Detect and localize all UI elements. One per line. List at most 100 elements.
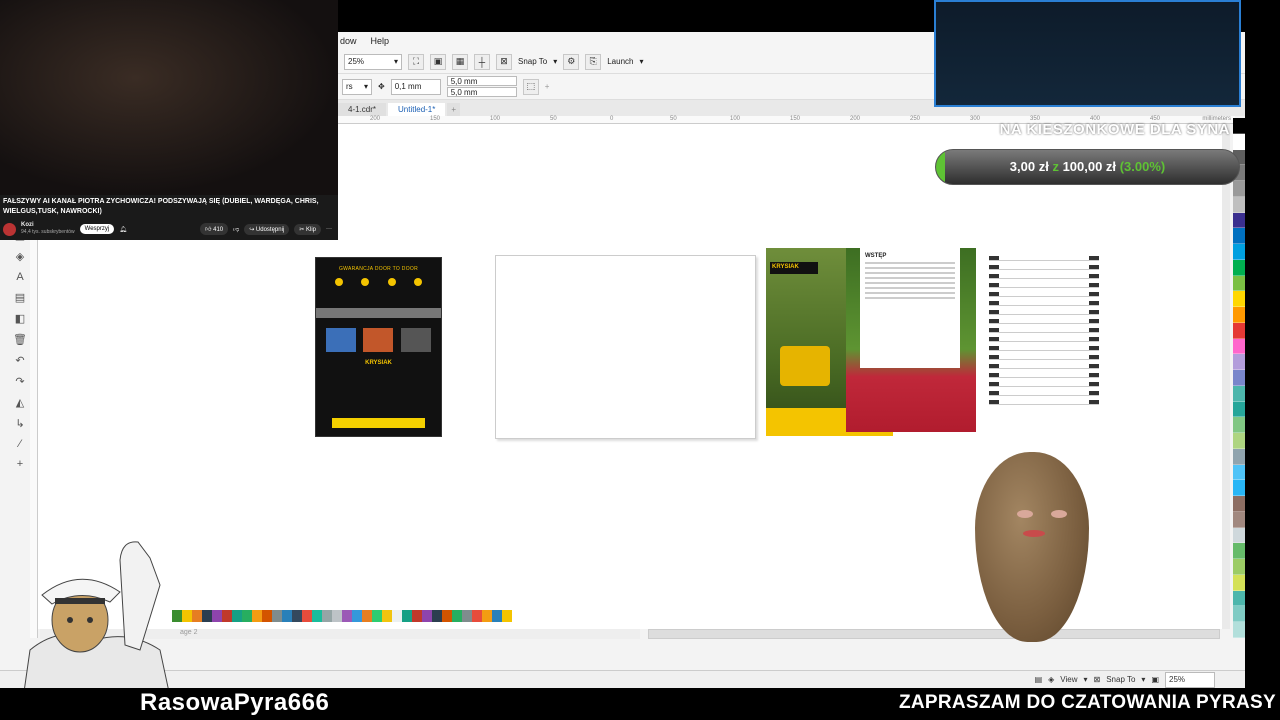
palette-swatch[interactable] bbox=[332, 610, 342, 622]
duplicate-y-field[interactable]: 5,0 mm bbox=[446, 87, 517, 97]
undo-icon[interactable]: ↶ bbox=[15, 354, 24, 367]
palette-swatch[interactable] bbox=[1233, 322, 1245, 339]
duplicate-x-field[interactable]: 5,0 mm bbox=[446, 76, 517, 86]
menu-item-help[interactable]: Help bbox=[371, 36, 390, 46]
shadow-tool-icon[interactable]: ◧ bbox=[15, 312, 25, 325]
palette-swatch[interactable] bbox=[412, 610, 422, 622]
palette-swatch[interactable] bbox=[1233, 291, 1245, 307]
palette-swatch[interactable] bbox=[202, 610, 212, 622]
table-tool-icon[interactable]: ▤ bbox=[15, 291, 25, 304]
page-blank[interactable] bbox=[495, 255, 756, 439]
palette-swatch[interactable] bbox=[1233, 511, 1245, 528]
palette-swatch[interactable] bbox=[302, 610, 312, 622]
page-price-list[interactable] bbox=[985, 252, 1103, 432]
palette-swatch[interactable] bbox=[272, 610, 282, 622]
palette-swatch[interactable] bbox=[1233, 181, 1245, 197]
full-screen-preview-icon[interactable]: ▣ bbox=[430, 53, 446, 70]
delete-icon[interactable]: 🗑 bbox=[13, 333, 27, 346]
chevron-down-icon[interactable]: ▾ bbox=[639, 57, 643, 66]
palette-swatch[interactable] bbox=[252, 610, 262, 622]
chevron-down-icon[interactable]: ▾ bbox=[1141, 675, 1145, 684]
interactive-fill-icon[interactable]: ◭ bbox=[16, 396, 24, 409]
view-menu[interactable]: View bbox=[1060, 675, 1077, 684]
palette-swatch[interactable] bbox=[452, 610, 462, 622]
palette-swatch[interactable] bbox=[1233, 354, 1245, 370]
horizontal-scrollbar[interactable] bbox=[648, 629, 1220, 639]
layers-icon[interactable]: ◈ bbox=[1048, 675, 1054, 684]
palette-swatch[interactable] bbox=[222, 610, 232, 622]
palette-swatch[interactable] bbox=[442, 610, 452, 622]
chevron-down-icon[interactable]: ▾ bbox=[1083, 675, 1087, 684]
palette-swatch[interactable] bbox=[492, 610, 502, 622]
status-snap-to[interactable]: Snap To bbox=[1106, 675, 1135, 684]
zoom-level-select[interactable]: 25% ▾ bbox=[344, 53, 402, 70]
options-gear-icon[interactable]: ⚙ bbox=[563, 53, 580, 70]
text-tool-icon[interactable]: A bbox=[16, 271, 23, 283]
palette-swatch[interactable] bbox=[1233, 622, 1245, 638]
palette-swatch[interactable] bbox=[1233, 275, 1245, 292]
color-palette-vertical[interactable] bbox=[1233, 118, 1245, 638]
status-zoom-select[interactable]: 25% bbox=[1165, 671, 1215, 688]
palette-swatch[interactable] bbox=[232, 610, 242, 622]
palette-swatch[interactable] bbox=[1233, 527, 1245, 544]
tab-document-1[interactable]: 4-1.cdr* bbox=[338, 103, 387, 116]
page-door-to-door-flyer[interactable]: GWARANCJA DOOR TO DOOR KRYSIAK bbox=[315, 257, 442, 437]
palette-swatch[interactable] bbox=[1233, 543, 1245, 559]
palette-swatch[interactable] bbox=[422, 610, 432, 622]
palette-swatch[interactable] bbox=[1233, 370, 1245, 386]
palette-swatch[interactable] bbox=[1233, 228, 1245, 244]
menu-item-window[interactable]: dow bbox=[340, 36, 357, 46]
palette-swatch[interactable] bbox=[1233, 590, 1245, 607]
launch-icon[interactable]: ⎘ bbox=[585, 53, 602, 70]
view-icon[interactable]: ▤ bbox=[1035, 675, 1043, 684]
palette-swatch[interactable] bbox=[1233, 464, 1245, 481]
palette-swatch[interactable] bbox=[382, 610, 392, 622]
palette-swatch[interactable] bbox=[462, 610, 472, 622]
fill-tool-icon[interactable]: ◈ bbox=[16, 250, 24, 263]
show-grid-icon[interactable]: ▦ bbox=[452, 53, 468, 70]
page-view-icon[interactable]: ▣ bbox=[1151, 675, 1159, 684]
palette-swatch[interactable] bbox=[1233, 448, 1245, 465]
page-intro[interactable]: WSTĘP bbox=[846, 248, 976, 432]
zoom-to-page-icon[interactable]: ⛶ bbox=[408, 53, 424, 70]
palette-swatch[interactable] bbox=[392, 610, 402, 622]
palette-swatch[interactable] bbox=[432, 610, 442, 622]
palette-swatch[interactable] bbox=[192, 610, 202, 622]
palette-swatch[interactable] bbox=[1233, 196, 1245, 213]
palette-swatch[interactable] bbox=[342, 610, 352, 622]
palette-swatch[interactable] bbox=[472, 610, 482, 622]
palette-swatch[interactable] bbox=[1233, 244, 1245, 260]
redo-icon[interactable]: ↷ bbox=[15, 375, 24, 388]
palette-swatch[interactable] bbox=[212, 610, 222, 622]
palette-swatch[interactable] bbox=[502, 610, 512, 622]
chevron-down-icon[interactable]: ▾ bbox=[553, 57, 557, 66]
palette-swatch[interactable] bbox=[1233, 433, 1245, 449]
add-icon[interactable]: + bbox=[545, 82, 550, 91]
palette-swatch[interactable] bbox=[1233, 307, 1245, 323]
vertical-scrollbar[interactable] bbox=[1222, 124, 1230, 629]
palette-swatch[interactable] bbox=[1233, 259, 1245, 276]
nudge-distance-field[interactable]: 0,1 mm bbox=[390, 78, 441, 95]
palette-swatch[interactable] bbox=[322, 610, 332, 622]
palette-swatch[interactable] bbox=[312, 610, 322, 622]
palette-swatch[interactable] bbox=[352, 610, 362, 622]
palette-swatch[interactable] bbox=[1233, 212, 1245, 229]
palette-swatch[interactable] bbox=[1233, 133, 1245, 150]
snap-to-label[interactable]: Snap To bbox=[518, 57, 547, 66]
palette-swatch[interactable] bbox=[1233, 338, 1245, 355]
palette-swatch[interactable] bbox=[372, 610, 382, 622]
palette-swatch[interactable] bbox=[292, 610, 302, 622]
tab-untitled-1[interactable]: Untitled-1* bbox=[388, 103, 446, 116]
new-tab-plus-icon[interactable]: + bbox=[447, 103, 461, 116]
eyedropper-tool-icon[interactable]: ⁄ bbox=[19, 438, 21, 450]
palette-swatch[interactable] bbox=[1233, 606, 1245, 622]
show-guides-icon[interactable]: ┼ bbox=[474, 53, 490, 70]
palette-swatch[interactable] bbox=[1233, 401, 1245, 418]
palette-swatch[interactable] bbox=[1233, 496, 1245, 512]
palette-swatch[interactable] bbox=[482, 610, 492, 622]
palette-swatch[interactable] bbox=[1233, 480, 1245, 496]
palette-swatch[interactable] bbox=[1233, 417, 1245, 433]
palette-swatch[interactable] bbox=[1233, 118, 1245, 134]
palette-swatch[interactable] bbox=[242, 610, 252, 622]
palette-swatch[interactable] bbox=[362, 610, 372, 622]
